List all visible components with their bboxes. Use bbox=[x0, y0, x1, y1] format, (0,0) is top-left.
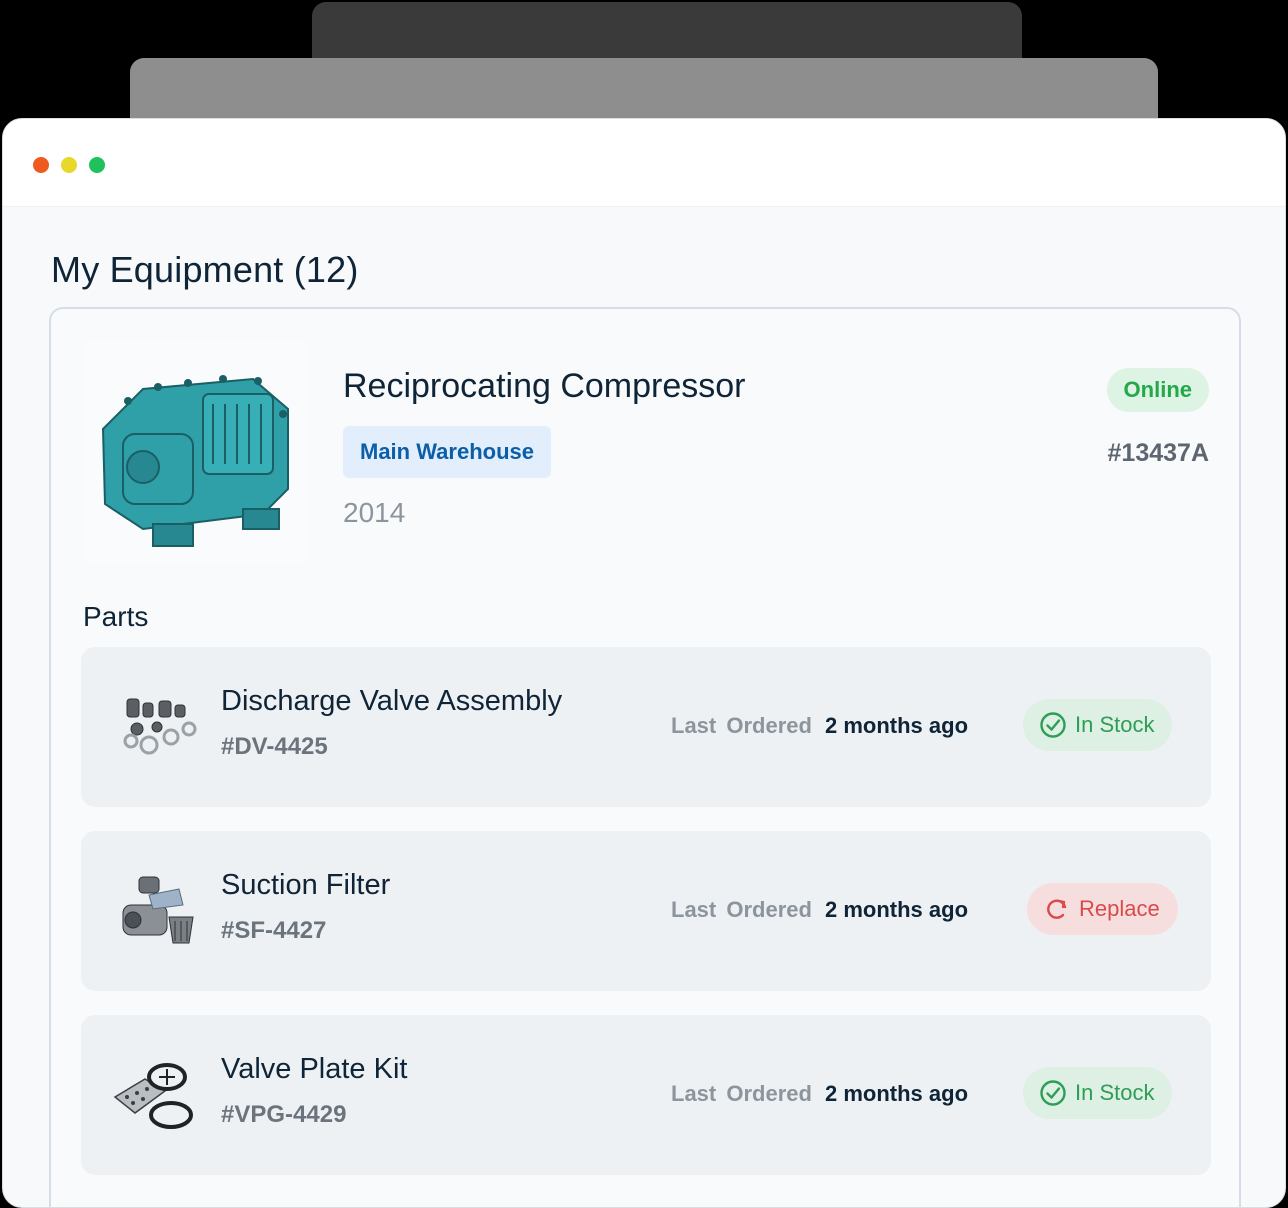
check-circle-icon bbox=[1040, 712, 1066, 738]
equipment-id: #13437A bbox=[1107, 439, 1209, 467]
part-row[interactable]: Valve Plate Kit #VPG-4429 Last Ordered 2… bbox=[81, 1015, 1211, 1175]
suction-filter-image bbox=[109, 865, 203, 955]
window-titlebar bbox=[3, 119, 1285, 207]
part-name[interactable]: Suction Filter bbox=[221, 869, 390, 902]
parts-section-title: Parts bbox=[83, 601, 149, 632]
last-ordered-label: Last Ordered bbox=[671, 897, 812, 922]
last-ordered-value: 2 months ago bbox=[825, 1081, 969, 1106]
part-number: #SF-4427 bbox=[221, 917, 327, 944]
status-badge: Online bbox=[1106, 368, 1209, 412]
app-window: My Equipment (12) Reciprocating Compress… bbox=[2, 118, 1286, 1208]
check-circle-icon bbox=[1040, 1080, 1066, 1106]
minimize-window-button[interactable] bbox=[61, 157, 77, 173]
last-ordered-value: 2 months ago bbox=[825, 713, 969, 738]
close-window-button[interactable] bbox=[33, 157, 49, 173]
in-stock-badge[interactable]: In Stock bbox=[1023, 699, 1173, 751]
last-ordered-value: 2 months ago bbox=[825, 897, 969, 922]
location-badge: Main Warehouse bbox=[343, 426, 551, 478]
compressor-image bbox=[83, 339, 309, 565]
page-title: My Equipment (12) bbox=[51, 249, 359, 290]
part-number: #DV-4425 bbox=[221, 733, 328, 760]
in-stock-badge[interactable]: In Stock bbox=[1023, 1067, 1173, 1119]
valve-plate-kit-image bbox=[109, 1049, 203, 1139]
equipment-year: 2014 bbox=[343, 497, 406, 528]
last-ordered-label: Last Ordered bbox=[671, 1081, 812, 1106]
part-row[interactable]: Discharge Valve Assembly #DV-4425 Last O… bbox=[81, 647, 1211, 807]
valve-assembly-image bbox=[109, 681, 203, 771]
status-label: Replace bbox=[1079, 896, 1160, 921]
refresh-icon bbox=[1047, 899, 1067, 919]
part-name[interactable]: Valve Plate Kit bbox=[221, 1053, 407, 1086]
equipment-card[interactable]: Reciprocating Compressor Main Warehouse … bbox=[49, 307, 1241, 1207]
equipment-name[interactable]: Reciprocating Compressor bbox=[343, 367, 746, 406]
status-label: In Stock bbox=[1075, 1080, 1155, 1105]
maximize-window-button[interactable] bbox=[89, 157, 105, 173]
replace-badge[interactable]: Replace bbox=[1027, 883, 1178, 935]
last-ordered-label: Last Ordered bbox=[671, 713, 812, 738]
part-number: #VPG-4429 bbox=[221, 1101, 347, 1128]
part-row[interactable]: Suction Filter #SF-4427 Last Ordered 2 m… bbox=[81, 831, 1211, 991]
part-name[interactable]: Discharge Valve Assembly bbox=[221, 685, 562, 718]
status-label: In Stock bbox=[1075, 712, 1155, 737]
